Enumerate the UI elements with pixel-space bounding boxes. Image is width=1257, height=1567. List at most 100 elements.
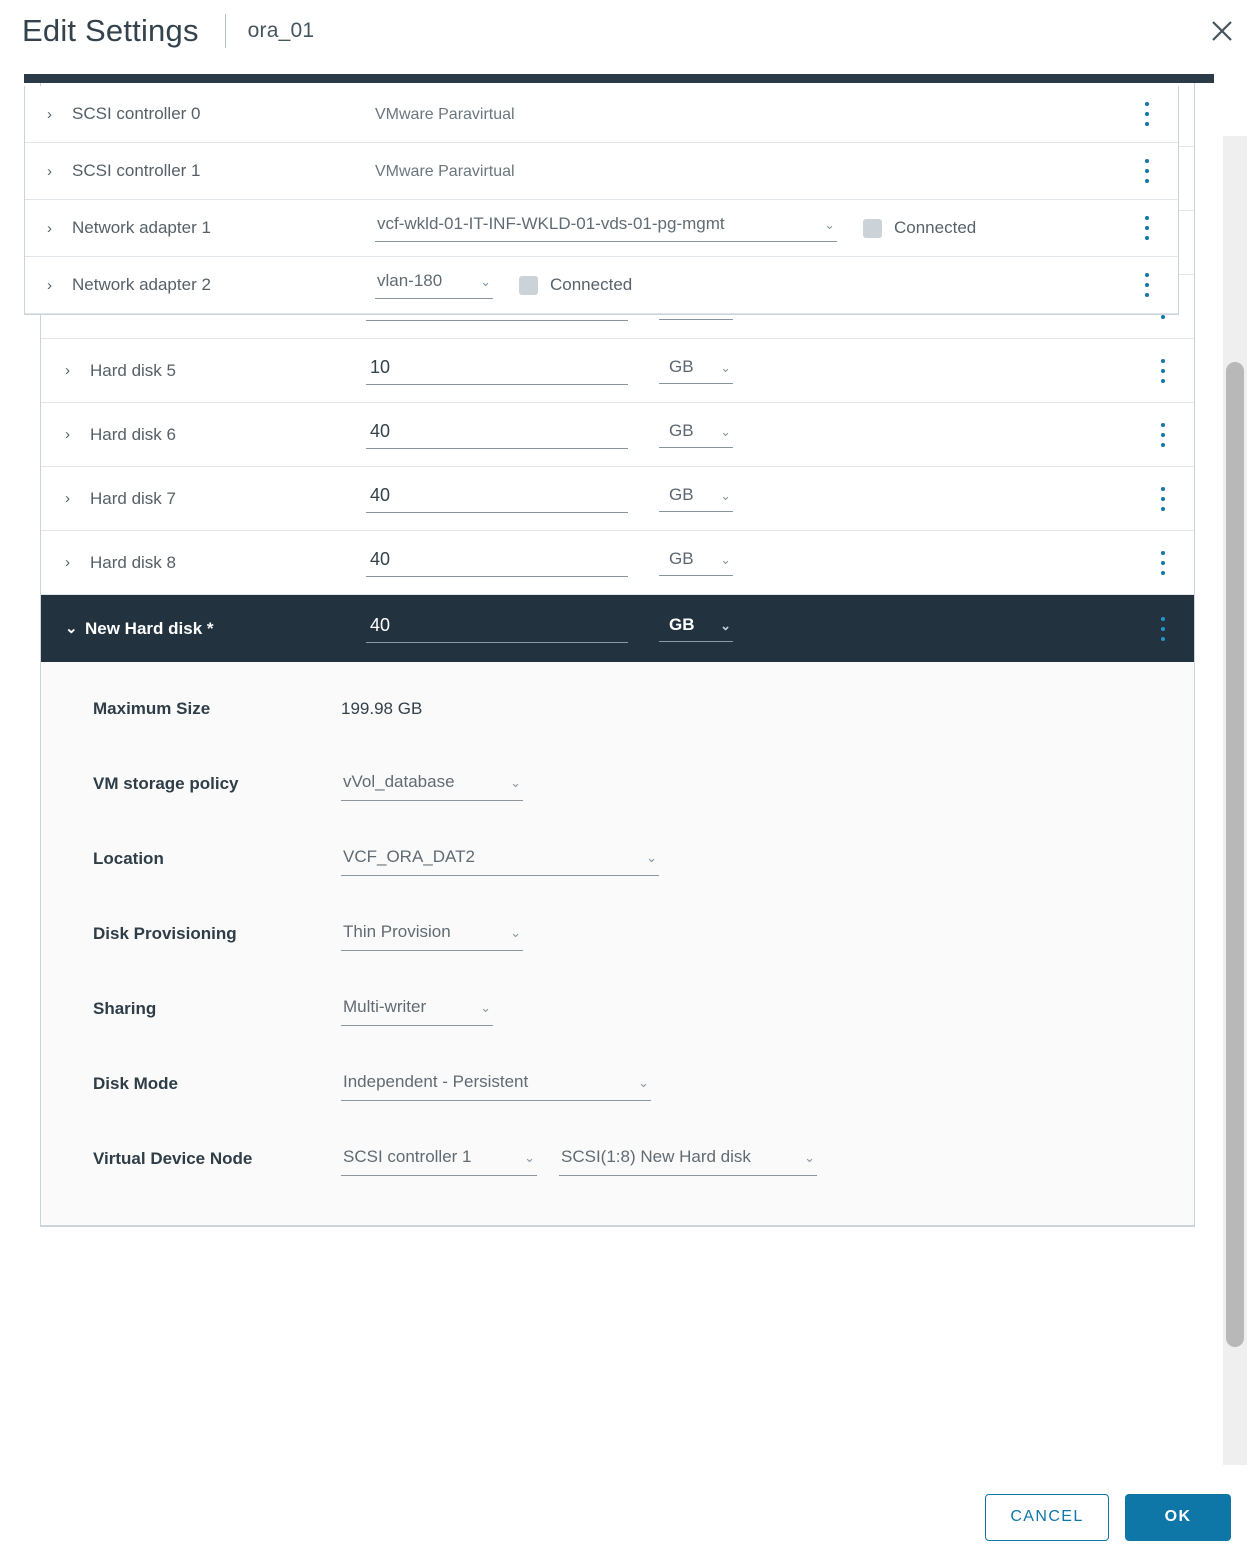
disk-label: Hard disk 7 xyxy=(90,489,176,509)
dialog-titlebar: Edit Settings ora_01 xyxy=(0,0,1257,62)
chevron-down-icon: ⌄ xyxy=(720,489,731,502)
location-value: VCF_ORA_DAT2 xyxy=(343,846,475,868)
virtual-device-node-slot-value: SCSI(1:8) New Hard disk xyxy=(561,1146,751,1168)
network-adapter-2-network-value: vlan-180 xyxy=(377,271,442,291)
title-divider xyxy=(225,14,226,48)
table-row[interactable]: › Network adapter 1 vcf-wkld-01-IT-INF-W… xyxy=(25,200,1178,257)
chevron-right-icon: › xyxy=(47,164,63,179)
network-adapter-2-connected-checkbox[interactable]: Connected xyxy=(519,275,632,295)
row-actions-menu-icon[interactable] xyxy=(1138,273,1156,297)
vertical-scrollbar[interactable] xyxy=(1223,136,1247,1467)
table-row[interactable]: › Hard disk 8 GB ⌄ xyxy=(41,531,1194,595)
disk-unit-select[interactable]: GB ⌄ xyxy=(659,485,733,512)
chevron-down-icon: ⌄ xyxy=(720,619,731,632)
disk-unit-select[interactable]: GB ⌄ xyxy=(659,357,733,384)
table-row[interactable]: › Hard disk 5 GB ⌄ xyxy=(41,339,1194,403)
new-hard-disk-label: New Hard disk * xyxy=(85,619,214,639)
dialog-body: › Hard disk 1 GB ⌄ › Hard disk 2 GB xyxy=(0,62,1257,1467)
disk-unit-select[interactable]: GB ⌄ xyxy=(659,549,733,576)
disk-provisioning-value: Thin Provision xyxy=(343,921,451,943)
network-adapter-1-connected-checkbox[interactable]: Connected xyxy=(863,218,976,238)
vm-name-label: ora_01 xyxy=(248,19,315,43)
new-hard-disk-toggle[interactable]: ⌄ New Hard disk * xyxy=(41,619,371,639)
virtual-device-node-controller-value: SCSI controller 1 xyxy=(343,1146,472,1168)
disk-row-toggle[interactable]: › Hard disk 8 xyxy=(41,553,371,573)
chevron-down-icon: ⌄ xyxy=(510,776,521,789)
form-row-disk-mode: Disk Mode Independent - Persistent ⌄ xyxy=(41,1071,1194,1116)
chevron-down-icon: ⌄ xyxy=(480,1001,491,1014)
virtual-device-node-slot-select[interactable]: SCSI(1:8) New Hard disk ⌄ xyxy=(559,1146,817,1176)
table-row[interactable]: › Hard disk 7 GB ⌄ xyxy=(41,467,1194,531)
chevron-down-icon: ⌄ xyxy=(720,425,731,438)
close-icon[interactable] xyxy=(1199,8,1245,54)
maximum-size-value: 199.98 GB xyxy=(341,696,422,720)
chevron-right-icon: › xyxy=(65,427,81,442)
scsi-controller-0-toggle[interactable]: › SCSI controller 0 xyxy=(25,104,375,124)
scsi-controller-0-label: SCSI controller 0 xyxy=(72,104,201,124)
chevron-down-icon: ⌄ xyxy=(720,553,731,566)
new-hard-disk-row[interactable]: ⌄ New Hard disk * GB ⌄ xyxy=(41,595,1194,662)
network-adapter-2-connected-label: Connected xyxy=(550,275,632,295)
disk-size-input[interactable] xyxy=(366,421,628,449)
sharing-select[interactable]: Multi-writer ⌄ xyxy=(341,996,493,1026)
table-row[interactable]: › SCSI controller 1 VMware Paravirtual xyxy=(25,143,1178,200)
location-select[interactable]: VCF_ORA_DAT2 ⌄ xyxy=(341,846,659,876)
row-actions-menu-icon[interactable] xyxy=(1154,551,1172,575)
scrollbar-thumb[interactable] xyxy=(1226,362,1244,1347)
disk-row-toggle[interactable]: › Hard disk 5 xyxy=(41,361,371,381)
network-adapter-1-connected-label: Connected xyxy=(894,218,976,238)
disk-label: Hard disk 5 xyxy=(90,361,176,381)
row-actions-menu-icon[interactable] xyxy=(1138,102,1156,126)
scsi-controller-1-value: VMware Paravirtual xyxy=(375,161,515,181)
row-actions-menu-icon[interactable] xyxy=(1154,487,1172,511)
new-hard-disk-size-input[interactable] xyxy=(366,615,628,643)
sharing-label: Sharing xyxy=(41,996,341,1020)
disk-unit-value: GB xyxy=(669,485,694,505)
network-adapter-1-network-select[interactable]: vcf-wkld-01-IT-INF-WKLD-01-vds-01-pg-mgm… xyxy=(375,214,837,242)
table-row[interactable]: › SCSI controller 0 VMware Paravirtual xyxy=(25,86,1178,143)
device-scroll-region[interactable]: › Hard disk 1 GB ⌄ › Hard disk 2 GB xyxy=(24,74,1220,1467)
network-adapter-1-network-value: vcf-wkld-01-IT-INF-WKLD-01-vds-01-pg-mgm… xyxy=(377,214,725,234)
disk-size-input[interactable] xyxy=(366,357,628,385)
checkbox-icon xyxy=(863,219,882,238)
disk-mode-select[interactable]: Independent - Persistent ⌄ xyxy=(341,1071,651,1101)
virtual-device-node-controller-select[interactable]: SCSI controller 1 ⌄ xyxy=(341,1146,537,1176)
scsi-controller-0-value: VMware Paravirtual xyxy=(375,104,515,124)
disk-size-input[interactable] xyxy=(366,485,628,513)
network-adapter-2-network-select[interactable]: vlan-180 ⌄ xyxy=(375,271,493,299)
row-actions-menu-icon[interactable] xyxy=(1154,423,1172,447)
chevron-right-icon: › xyxy=(65,555,81,570)
location-label: Location xyxy=(41,846,341,870)
row-actions-menu-icon[interactable] xyxy=(1154,359,1172,383)
ok-button[interactable]: OK xyxy=(1125,1494,1231,1541)
cancel-button[interactable]: CANCEL xyxy=(985,1494,1109,1541)
disk-row-toggle[interactable]: › Hard disk 6 xyxy=(41,425,371,445)
new-hard-disk-unit-select[interactable]: GB ⌄ xyxy=(659,615,733,642)
vm-storage-policy-select[interactable]: vVol_database ⌄ xyxy=(341,771,523,801)
disk-unit-select[interactable]: GB ⌄ xyxy=(659,421,733,448)
scsi-controller-1-toggle[interactable]: › SCSI controller 1 xyxy=(25,161,375,181)
disk-row-toggle[interactable]: › Hard disk 7 xyxy=(41,489,371,509)
chevron-down-icon: ⌄ xyxy=(646,851,657,864)
chevron-down-icon: ⌄ xyxy=(510,926,521,939)
disk-provisioning-select[interactable]: Thin Provision ⌄ xyxy=(341,921,523,951)
sharing-value: Multi-writer xyxy=(343,996,426,1018)
chevron-right-icon: › xyxy=(47,107,63,122)
disk-label: Hard disk 8 xyxy=(90,553,176,573)
controller-network-list: › SCSI controller 0 VMware Paravirtual ›… xyxy=(24,86,1179,315)
chevron-down-icon: ⌄ xyxy=(720,361,731,374)
form-row-virtual-device-node: Virtual Device Node SCSI controller 1 ⌄ … xyxy=(41,1146,1194,1191)
chevron-down-icon: ⌄ xyxy=(65,621,81,636)
network-adapter-1-toggle[interactable]: › Network adapter 1 xyxy=(25,218,375,238)
vm-storage-policy-value: vVol_database xyxy=(343,771,455,793)
chevron-down-icon: ⌄ xyxy=(638,1076,649,1089)
row-actions-menu-icon[interactable] xyxy=(1138,216,1156,240)
table-row[interactable]: › Hard disk 6 GB ⌄ xyxy=(41,403,1194,467)
disk-mode-label: Disk Mode xyxy=(41,1071,341,1095)
disk-size-input[interactable] xyxy=(366,549,628,577)
dialog-footer: CANCEL OK xyxy=(0,1467,1257,1567)
row-actions-menu-icon[interactable] xyxy=(1154,617,1172,641)
row-actions-menu-icon[interactable] xyxy=(1138,159,1156,183)
network-adapter-2-toggle[interactable]: › Network adapter 2 xyxy=(25,275,375,295)
table-row[interactable]: › Network adapter 2 vlan-180 ⌄ Connected xyxy=(25,257,1178,314)
